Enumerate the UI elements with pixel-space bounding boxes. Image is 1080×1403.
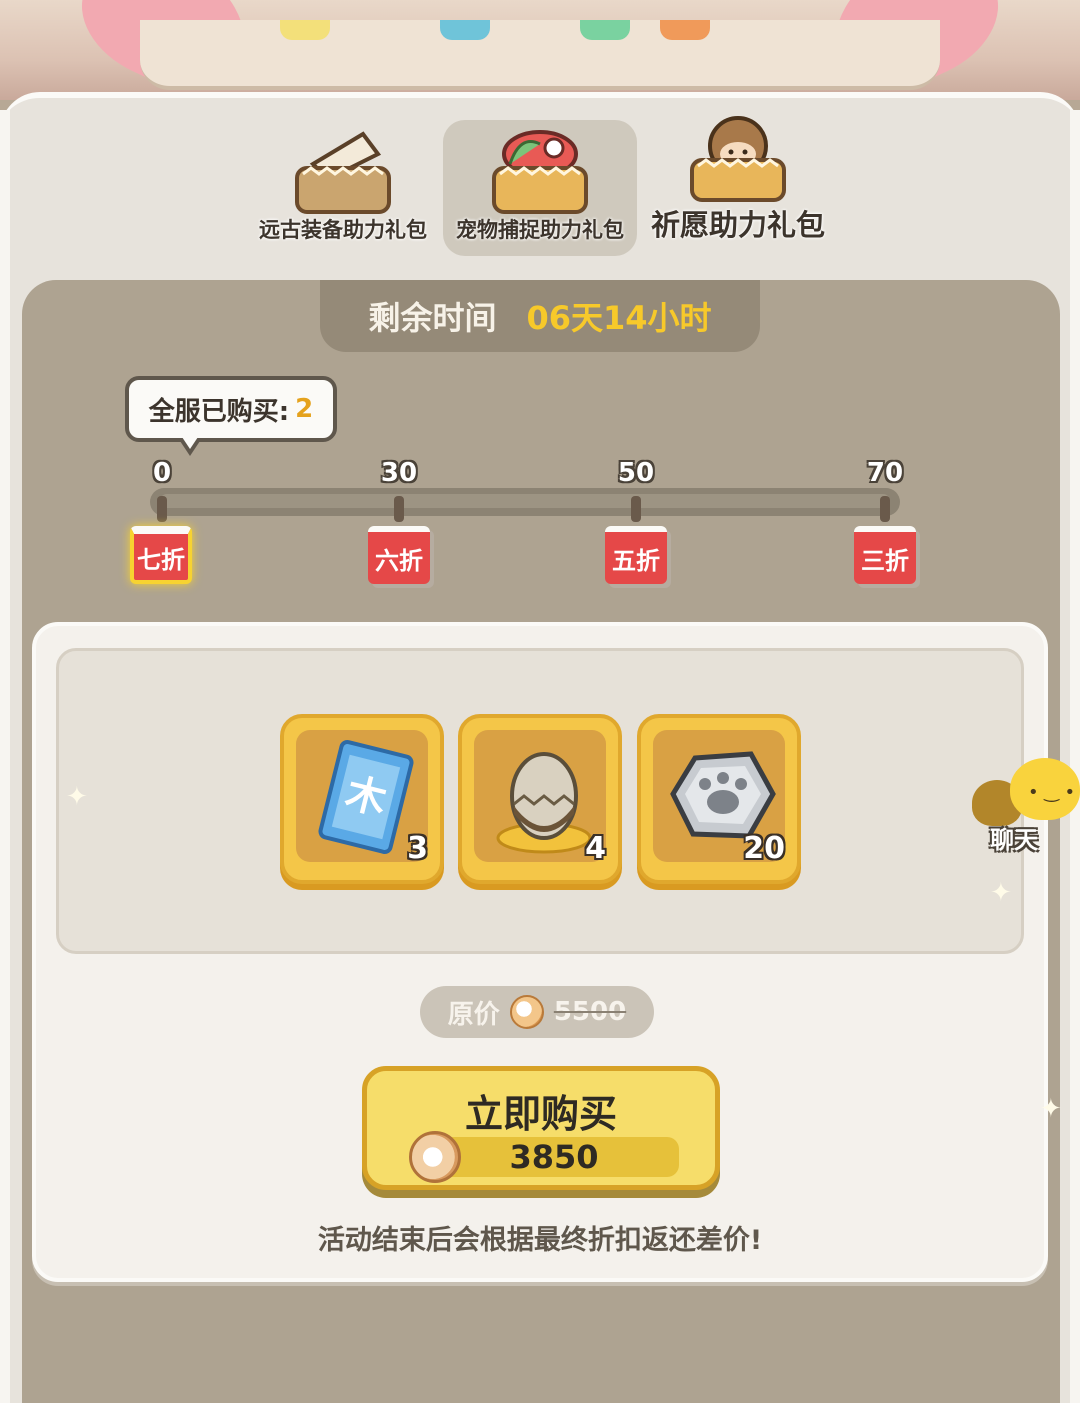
green-gem-icon xyxy=(580,20,630,40)
discount-tag-70-percent: 七折 xyxy=(130,526,192,584)
discount-tag-50-percent: 五折 xyxy=(605,526,667,584)
yellow-gem-icon xyxy=(280,20,330,40)
blue-gem-icon xyxy=(440,20,490,40)
milestone-50: 50 xyxy=(601,458,671,488)
buy-price-value: 3850 xyxy=(509,1138,599,1176)
sparkle-icon: ✦ xyxy=(990,878,1012,908)
buy-price-bar: 3850 xyxy=(429,1137,679,1177)
wish-icon xyxy=(688,112,788,202)
reward-item-blue-ticket[interactable]: 木 3 xyxy=(280,714,444,884)
original-price-value: 5500 xyxy=(553,997,627,1027)
reward-item-pet-egg[interactable]: 4 xyxy=(458,714,622,884)
remaining-time-label: 剩余时间 xyxy=(368,299,497,337)
milestone-threshold: 70 xyxy=(866,458,904,488)
buy-now-button[interactable]: 立即购买 3850 xyxy=(362,1066,720,1190)
item-qty: 4 xyxy=(585,831,606,866)
bubble-tail-inner xyxy=(182,437,198,449)
buy-now-label: 立即购买 xyxy=(464,1092,617,1136)
milestone-0: 0 xyxy=(127,458,197,488)
top-banner-scene xyxy=(0,0,1080,100)
ancient-equipment-icon xyxy=(293,124,393,214)
panel-edge-left xyxy=(0,110,10,1403)
remaining-time-value: 06天14小时 xyxy=(526,299,712,337)
tag-pin xyxy=(880,496,890,522)
tab-label: 宠物捕捉助力礼包 xyxy=(456,218,624,242)
milestone-threshold: 30 xyxy=(380,458,418,488)
purchased-label: 全服已购买: xyxy=(148,396,290,427)
discount-tag-60-percent: 六折 xyxy=(368,526,430,584)
milestone-70: 70 xyxy=(850,458,920,488)
display-tray xyxy=(140,20,940,90)
original-price-pill: 原价 5500 xyxy=(420,986,654,1038)
sparkle-icon: ✦ xyxy=(1040,1094,1062,1124)
panel-edge-right xyxy=(1070,110,1080,1403)
discount-tag-30-percent: 三折 xyxy=(854,526,916,584)
milestone-threshold: 0 xyxy=(152,458,172,488)
server-purchased-bubble: 全服已购买: 2 xyxy=(125,376,337,442)
original-price-label: 原价 xyxy=(447,999,500,1030)
smile-icon: • ‿ • xyxy=(1028,782,1076,803)
pet-capture-icon xyxy=(490,124,590,214)
purchase-progress-track-inner xyxy=(160,494,890,508)
tab-wish-pack[interactable]: 祈愿助力礼包 xyxy=(640,116,836,256)
reward-item-paw-stone[interactable]: 20 xyxy=(637,714,801,884)
item-qty: 3 xyxy=(407,831,428,866)
tag-pin xyxy=(157,496,167,522)
item-qty: 20 xyxy=(743,831,785,866)
pearl-currency-icon xyxy=(409,1131,461,1183)
pearl-currency-icon xyxy=(509,995,544,1029)
tab-label: 远古装备助力礼包 xyxy=(259,218,427,242)
tag-pin xyxy=(394,496,404,522)
milestone-30: 30 xyxy=(364,458,434,488)
purchased-count: 2 xyxy=(295,394,314,424)
tab-ancient-equipment-pack[interactable]: 远古装备助力礼包 xyxy=(250,120,436,256)
remaining-time-banner: 剩余时间 06天14小时 xyxy=(320,280,760,352)
chat-button[interactable]: • ‿ • 聊天 xyxy=(972,758,1080,858)
refund-note: 活动结束后会根据最终折扣返还差价! xyxy=(317,1225,763,1256)
chat-label: 聊天 xyxy=(990,826,1038,854)
tag-pin xyxy=(631,496,641,522)
milestone-threshold: 50 xyxy=(617,458,655,488)
orange-scroll-icon xyxy=(660,20,710,40)
sparkle-icon: ✦ xyxy=(66,782,88,812)
tab-label: 祈愿助力礼包 xyxy=(650,208,825,242)
tab-pet-capture-pack[interactable]: 宠物捕捉助力礼包 xyxy=(443,120,637,256)
